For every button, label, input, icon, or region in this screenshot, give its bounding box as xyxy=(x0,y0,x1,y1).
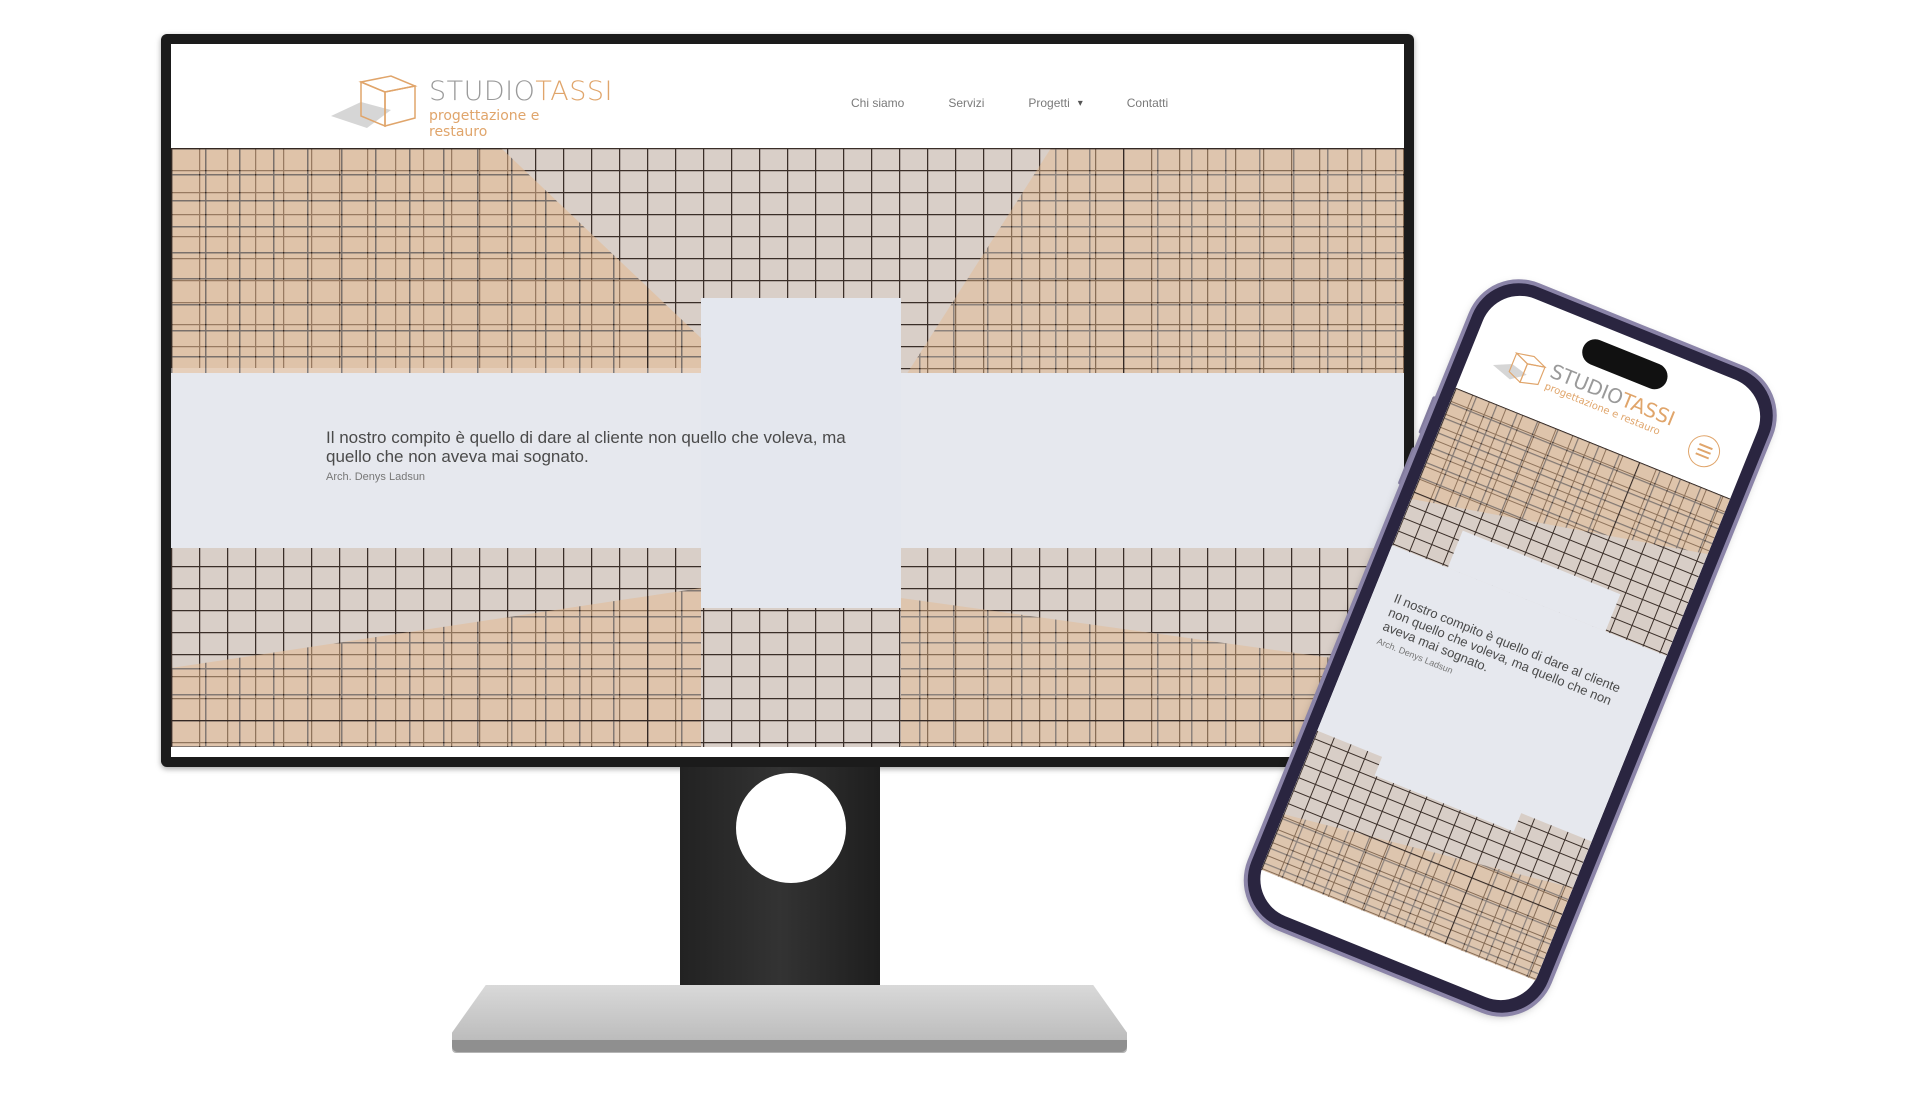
quote-text: Il nostro compito è quello di dare al cl… xyxy=(326,428,846,466)
desktop-screen: STUDIOTASSI progettazione e restauro Chi… xyxy=(171,44,1404,757)
nav-item-servizi[interactable]: Servizi xyxy=(948,96,984,110)
nav-label: Servizi xyxy=(948,96,985,110)
hero-banner: Il nostro compito è quello di dare al cl… xyxy=(171,148,1404,747)
nav-label: Progetti xyxy=(1028,96,1070,110)
nav-item-chi-siamo[interactable]: Chi siamo xyxy=(851,96,904,110)
brand-tagline: progettazione e restauro xyxy=(429,108,540,140)
main-nav: Chi siamo Servizi Progetti ▾ Contatti xyxy=(851,96,1212,110)
nav-item-contatti[interactable]: Contatti xyxy=(1127,96,1168,110)
brand-main: STUDIO xyxy=(429,76,536,107)
cube-logo-icon xyxy=(331,75,418,128)
nav-label: Chi siamo xyxy=(851,96,905,110)
quote-author: Arch. Denys Ladsun xyxy=(326,471,426,483)
nav-label: Contatti xyxy=(1126,96,1169,110)
hero-quote: Il nostro compito è quello di dare al cl… xyxy=(326,428,886,483)
mobile-hero-banner: Il nostro compito è quello di dare al cl… xyxy=(1261,387,1731,981)
site-logo[interactable]: STUDIOTASSI progettazione e restauro xyxy=(331,72,613,140)
brand-name: STUDIOTASSI xyxy=(429,76,613,107)
brand-accent: TASSI xyxy=(535,76,614,107)
chevron-down-icon[interactable]: ▾ xyxy=(1078,98,1083,109)
site-header: STUDIOTASSI progettazione e restauro Chi… xyxy=(171,44,1404,148)
monitor-stand-base-edge xyxy=(452,1040,1127,1052)
monitor-stand-cable-hole xyxy=(736,773,846,883)
nav-item-progetti[interactable]: Progetti ▾ xyxy=(1028,96,1082,110)
desktop-monitor: STUDIOTASSI progettazione e restauro Chi… xyxy=(161,34,1414,767)
